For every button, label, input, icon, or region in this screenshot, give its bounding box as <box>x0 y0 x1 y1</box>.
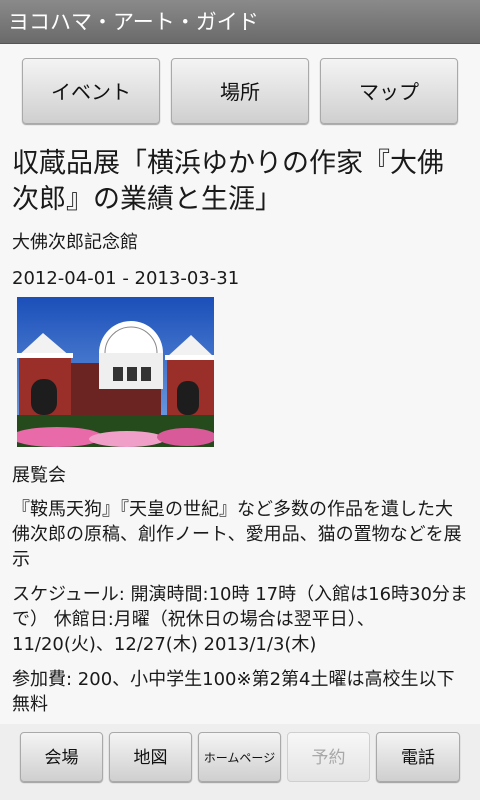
map-tab-button[interactable]: マップ <box>320 58 458 124</box>
event-detail[interactable]: 収蔵品展「横浜ゆかりの作家『大佛次郎』の業績と生涯」 大佛次郎記念館 2012-… <box>12 146 468 724</box>
event-fee: 参加費: 200、小中学生100※第2第4土曜は高校生以下無料 <box>12 669 455 715</box>
map-button[interactable]: 地図 <box>109 732 192 782</box>
venue-button[interactable]: 会場 <box>20 732 103 782</box>
event-category: 展覧会 <box>12 465 66 486</box>
action-bar: 会場 地図 ホームページ 予約 電話 <box>0 724 480 800</box>
reserve-button: 予約 <box>287 732 370 782</box>
event-schedule: スケジュール: 開演時間:10時 17時（入館は16時30分まで） 休館日:月曜… <box>12 584 468 655</box>
event-description: 『鞍馬天狗』『天皇の世紀』など多数の作品を遺した大佛次郎の原稿、創作ノート、愛用… <box>12 499 462 570</box>
phone-button[interactable]: 電話 <box>376 732 460 782</box>
app-title-bar: ヨコハマ・アート・ガイド <box>0 0 480 44</box>
app-title: ヨコハマ・アート・ガイド <box>8 10 259 34</box>
event-tab-button[interactable]: イベント <box>22 58 160 124</box>
event-title: 収蔵品展「横浜ゆかりの作家『大佛次郎』の業績と生涯」 <box>12 148 444 215</box>
homepage-button[interactable]: ホームページ <box>198 732 281 782</box>
place-tab-button[interactable]: 場所 <box>171 58 309 124</box>
venue-name: 大佛次郎記念館 <box>12 232 138 253</box>
event-dates: 2012-04-01 - 2013-03-31 <box>12 268 240 289</box>
venue-photo <box>17 297 214 447</box>
